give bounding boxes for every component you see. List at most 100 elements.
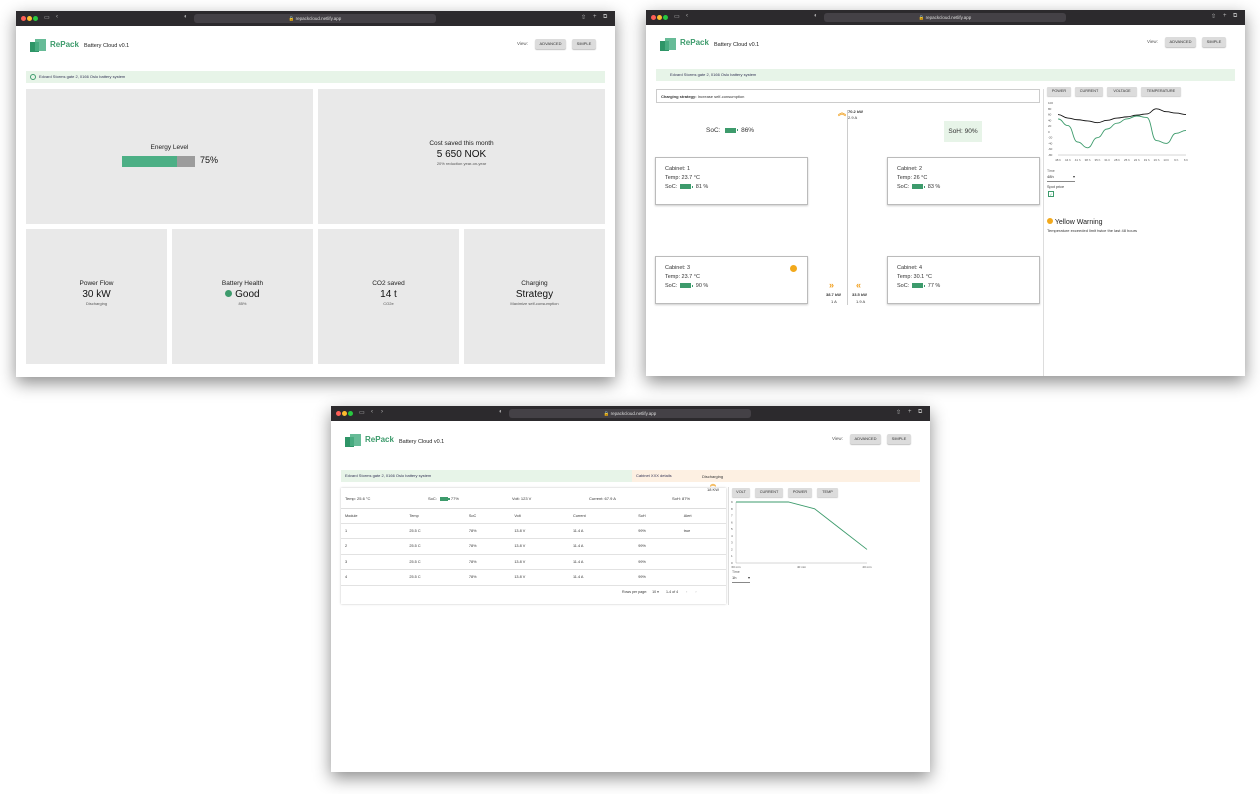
tabs-icon[interactable]: ⧉	[918, 409, 922, 416]
minimize-window-button[interactable]	[27, 16, 32, 21]
back-icon[interactable]: ‹	[56, 14, 58, 20]
x-tick-label: 16 h	[1154, 158, 1160, 162]
close-window-button[interactable]	[336, 411, 341, 416]
zoom-window-button[interactable]	[33, 16, 38, 21]
battery-icon	[680, 283, 694, 289]
next-page-icon[interactable]: ›	[695, 590, 696, 594]
soc-label: SoC:	[428, 496, 437, 501]
minimize-window-button[interactable]	[657, 15, 662, 20]
battery-icon	[912, 184, 926, 190]
column-header[interactable]: Module	[341, 509, 406, 524]
advanced-button[interactable]: ADVANCED	[535, 39, 566, 49]
column-header[interactable]: SoH	[634, 509, 680, 524]
table-row[interactable]: 2 25.5 C 78% 13.8 V 11.4 A 99%	[341, 538, 726, 555]
table-row[interactable]: 3 25.5 C 78% 13.8 V 11.4 A 99%	[341, 554, 726, 570]
tab-temperature[interactable]: TEMPERATURE	[1141, 87, 1181, 96]
tab-current[interactable]: CURRENT	[755, 488, 783, 497]
new-tab-icon[interactable]: +	[593, 14, 597, 20]
table-cell: 78%	[464, 569, 511, 586]
table-cell: 78%	[464, 538, 511, 555]
cabinet-summary-panel: Temp: 25.6 °C SoC: 77% Volt: 123 V Curren…	[341, 488, 726, 604]
cabinet-temp: Temp: 30.1 °C	[897, 274, 932, 280]
cabinet-card-2[interactable]: Cabinet: 2 Temp: 26 °C SoC: 83 %	[887, 157, 1040, 205]
new-tab-icon[interactable]: +	[908, 409, 912, 415]
top-flow-current: 2.9 A	[848, 115, 858, 120]
share-icon[interactable]: ⇧	[1211, 13, 1216, 20]
new-tab-icon[interactable]: +	[1223, 13, 1227, 19]
pagination: Rows per page: 10 ▾ 1-4 of 4 ‹ ›	[622, 590, 697, 594]
table-cell: 11.4 A	[568, 554, 635, 570]
table-cell: 25.5 C	[405, 523, 465, 539]
browser-toolbar: ▭ ‹ ◐ 🔒 repackcloud.netlify.app ⇧ + ⧉	[16, 11, 615, 26]
cabinet-soc-label: SoC:	[665, 184, 678, 190]
flow-left-arrow-icon: «	[856, 280, 862, 290]
column-header[interactable]: Volt	[510, 509, 569, 524]
tabs-icon[interactable]: ⧉	[603, 14, 607, 21]
url-bar[interactable]: 🔒 repackcloud.netlify.app	[824, 13, 1066, 22]
share-icon[interactable]: ⇧	[581, 14, 586, 21]
table-cell: 11.4 A	[568, 523, 635, 539]
url-bar[interactable]: 🔒 repackcloud.netlify.app	[194, 14, 436, 23]
top-flow-power: 70.2 kW	[848, 109, 863, 114]
column-header[interactable]: Alert	[679, 509, 726, 524]
simple-button[interactable]: SIMPLE	[1202, 37, 1226, 47]
sidebar-icon[interactable]: ▭	[359, 409, 365, 416]
tabs-icon[interactable]: ⧉	[1233, 13, 1237, 20]
cabinet-soc-value: 81 %	[695, 184, 709, 190]
y-tick-label: 7	[731, 514, 733, 518]
share-icon[interactable]: ⇧	[896, 409, 901, 416]
advanced-button[interactable]: ADVANCED	[1165, 37, 1196, 47]
cabinet-card-4[interactable]: Cabinet: 4 Temp: 30.1 °C SoC: 77 %	[887, 256, 1040, 304]
time-select[interactable]: 1h ▾	[732, 575, 750, 583]
column-header[interactable]: Temp	[405, 509, 465, 524]
zoom-window-button[interactable]	[663, 15, 668, 20]
column-header[interactable]: SoC	[464, 509, 511, 524]
table-cell	[679, 569, 726, 586]
close-window-button[interactable]	[651, 15, 656, 20]
repack-logo	[345, 434, 361, 447]
close-window-button[interactable]	[21, 16, 26, 21]
x-tick-label: 31 h	[1104, 158, 1110, 162]
sidebar-icon[interactable]: ▭	[674, 13, 680, 20]
location-banner: Edvard Storms gate 2, 0166 Oslo battery …	[26, 71, 605, 83]
zoom-window-button[interactable]	[348, 411, 353, 416]
charging-card: Charging Strategy Maximize self-consumpt…	[464, 229, 605, 364]
table-row[interactable]: 4 25.5 C 78% 13.8 V 11.4 A 99%	[341, 569, 726, 586]
table-row[interactable]: 1 25.5 C 78% 13.8 V 11.4 A 99% true	[341, 523, 726, 539]
charging-value: Strategy	[515, 289, 554, 300]
charging-title: Charging	[521, 280, 548, 287]
simple-button[interactable]: SIMPLE	[572, 39, 596, 49]
x-tick-label: 25 h	[1124, 158, 1130, 162]
advanced-button[interactable]: ADVANCED	[850, 434, 881, 444]
time-select[interactable]: 48h ▾	[1047, 174, 1075, 182]
flow-left-current: 1 A	[831, 299, 837, 304]
forward-icon[interactable]: ›	[381, 409, 383, 415]
minimize-window-button[interactable]	[342, 411, 347, 416]
back-icon[interactable]: ‹	[686, 13, 688, 19]
warning-title: Yellow Warning	[1054, 219, 1103, 226]
simple-button[interactable]: SIMPLE	[887, 434, 911, 444]
tab-temp[interactable]: TEMP	[817, 488, 838, 497]
sidebar-icon[interactable]: ▭	[44, 14, 50, 21]
y-tick-label: -20	[1048, 136, 1053, 140]
column-header[interactable]: Current	[568, 509, 635, 524]
chevron-down-icon: ▾	[747, 575, 750, 580]
tab-volt[interactable]: VOLT	[732, 488, 750, 497]
prev-page-icon[interactable]: ‹	[686, 590, 687, 594]
back-icon[interactable]: ‹	[371, 409, 373, 415]
rows-per-page-select[interactable]: 10 ▾	[652, 590, 659, 594]
cabinet-details-window: ▭ ‹ › ◐ 🔒 repackcloud.netlify.app ⇧ + ⧉ …	[331, 406, 930, 772]
url-bar[interactable]: 🔒 repackcloud.netlify.app	[509, 409, 751, 418]
spot-price-checkbox[interactable]: ✓	[1048, 191, 1054, 197]
tab-current[interactable]: CURRENT	[1075, 87, 1103, 96]
table-cell: 78%	[464, 554, 511, 570]
rows-per-page-label: Rows per page:	[622, 590, 648, 594]
tab-power[interactable]: POWER	[788, 488, 812, 497]
tab-voltage[interactable]: VOLTAGE	[1107, 87, 1137, 96]
tab-power[interactable]: POWER	[1047, 87, 1071, 96]
warning-text: Temperature exceeded limit twice the las…	[1047, 228, 1138, 233]
cabinet-card-1[interactable]: Cabinet: 1 Temp: 23.7 °C SoC: 81 %	[655, 157, 808, 205]
cabinet-card-3[interactable]: Cabinet: 3 Temp: 23.7 °C SoC: 90 %	[655, 256, 808, 304]
y-tick-label: 3	[731, 541, 733, 545]
charging-strategy-box: Charging strategy: Increase self-consump…	[656, 89, 1040, 103]
